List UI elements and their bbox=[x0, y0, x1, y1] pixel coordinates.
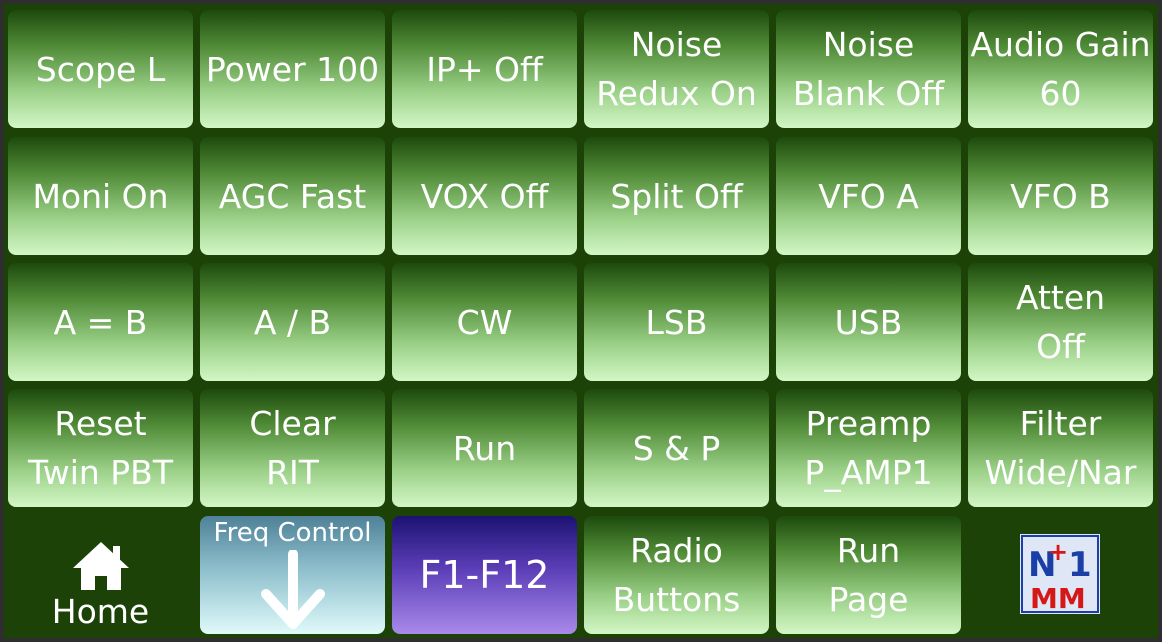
agc-fast-label-line1: AGC Fast bbox=[218, 176, 367, 216]
clear-rit-label-line2: RIT bbox=[266, 453, 319, 492]
reset-twin-pbt-label-line2: Twin PBT bbox=[28, 453, 173, 492]
radio-buttons-label-line2: Buttons bbox=[612, 580, 741, 619]
agc-fast-button[interactable]: AGC Fast bbox=[200, 137, 385, 255]
freq-control-button[interactable]: Freq Control bbox=[200, 516, 385, 634]
vfo-b-label-line1: VFO B bbox=[1010, 176, 1111, 216]
reset-twin-pbt-label-line1: Reset bbox=[54, 404, 147, 443]
home-button[interactable]: Home bbox=[8, 516, 193, 634]
radio-buttons-label-line1: Radio bbox=[630, 531, 723, 570]
reset-twin-pbt-button[interactable]: Reset Twin PBT bbox=[8, 389, 193, 507]
ip-off-button[interactable]: IP+ Off bbox=[392, 10, 577, 128]
noise-redux-on-button[interactable]: Noise Redux On bbox=[584, 10, 769, 128]
f1-f12-label: F1-F12 bbox=[419, 553, 550, 597]
home-icon bbox=[72, 542, 129, 590]
noise-redux-on-label-line1: Noise bbox=[630, 25, 723, 64]
s-p-button[interactable]: S & P bbox=[584, 389, 769, 507]
split-off-button[interactable]: Split Off bbox=[584, 137, 769, 255]
split-off-label-line1: Split Off bbox=[610, 176, 743, 216]
s-p-label-line1: S & P bbox=[632, 428, 721, 468]
atten-off-label-line1: Atten bbox=[1015, 278, 1106, 317]
filter-wide-nar-label-line1: Filter bbox=[1019, 404, 1102, 443]
audio-gain-60-label-line1: Audio Gain bbox=[970, 25, 1151, 64]
freq-control-label: Freq Control bbox=[213, 518, 372, 548]
lsb-button[interactable]: LSB bbox=[584, 263, 769, 381]
atten-off-label-line2: Off bbox=[1036, 327, 1085, 366]
scope-l-label-line1: Scope L bbox=[35, 49, 166, 89]
logo-plus: + bbox=[1048, 538, 1068, 566]
filter-wide-nar-button[interactable]: Filter Wide/Nar bbox=[968, 389, 1153, 507]
moni-on-label-line1: Moni On bbox=[32, 176, 169, 216]
arrow-down-icon bbox=[261, 550, 325, 629]
preamp-p-amp1-button[interactable]: Preamp P_AMP1 bbox=[776, 389, 961, 507]
scope-l-button[interactable]: Scope L bbox=[8, 10, 193, 128]
clear-rit-label-line1: Clear bbox=[249, 404, 336, 443]
n1mm-logo-icon[interactable]: N + 1 MM bbox=[1020, 534, 1100, 614]
a-b-button[interactable]: A / B bbox=[200, 263, 385, 381]
logo-letters-mm: MM bbox=[1030, 582, 1086, 614]
vfo-a-label-line1: VFO A bbox=[818, 176, 919, 216]
noise-blank-off-button[interactable]: Noise Blank Off bbox=[776, 10, 961, 128]
moni-on-button[interactable]: Moni On bbox=[8, 137, 193, 255]
run-page-label-line1: Run bbox=[836, 531, 901, 570]
preamp-p-amp1-label-line1: Preamp bbox=[805, 404, 932, 443]
atten-off-button[interactable]: Atten Off bbox=[968, 263, 1153, 381]
usb-label-line1: USB bbox=[834, 302, 903, 342]
vfo-b-button[interactable]: VFO B bbox=[968, 137, 1153, 255]
run-page-button[interactable]: Run Page bbox=[776, 516, 961, 634]
run-page-label-line2: Page bbox=[828, 580, 909, 619]
home-label: Home bbox=[51, 592, 150, 631]
run-button[interactable]: Run bbox=[392, 389, 577, 507]
a-b-label-line1: A = B bbox=[53, 302, 148, 342]
f1-f12-button[interactable]: F1-F12 bbox=[392, 516, 577, 634]
radio-buttons-button[interactable]: Radio Buttons bbox=[584, 516, 769, 634]
preamp-p-amp1-label-line2: P_AMP1 bbox=[804, 453, 933, 492]
clear-rit-button[interactable]: Clear RIT bbox=[200, 389, 385, 507]
power-100-button[interactable]: Power 100 bbox=[200, 10, 385, 128]
vfo-a-button[interactable]: VFO A bbox=[776, 137, 961, 255]
vox-off-label-line1: VOX Off bbox=[420, 176, 549, 216]
filter-wide-nar-label-line2: Wide/Nar bbox=[984, 453, 1137, 492]
a-b-button[interactable]: A = B bbox=[8, 263, 193, 381]
cw-button[interactable]: CW bbox=[392, 263, 577, 381]
vox-off-button[interactable]: VOX Off bbox=[392, 137, 577, 255]
ip-off-label-line1: IP+ Off bbox=[426, 49, 543, 89]
a-b-label-line1: A / B bbox=[253, 302, 332, 342]
noise-blank-off-label-line2: Blank Off bbox=[792, 74, 945, 113]
audio-gain-60-button[interactable]: Audio Gain 60 bbox=[968, 10, 1153, 128]
logo-digit-1: 1 bbox=[1068, 545, 1092, 585]
run-label-line1: Run bbox=[452, 428, 517, 468]
cw-label-line1: CW bbox=[456, 302, 513, 342]
lsb-label-line1: LSB bbox=[645, 302, 708, 342]
audio-gain-60-label-line2: 60 bbox=[1039, 74, 1082, 113]
power-100-label-line1: Power 100 bbox=[205, 49, 380, 89]
noise-redux-on-label-line2: Redux On bbox=[596, 74, 757, 113]
noise-blank-off-label-line1: Noise bbox=[822, 25, 915, 64]
usb-button[interactable]: USB bbox=[776, 263, 961, 381]
